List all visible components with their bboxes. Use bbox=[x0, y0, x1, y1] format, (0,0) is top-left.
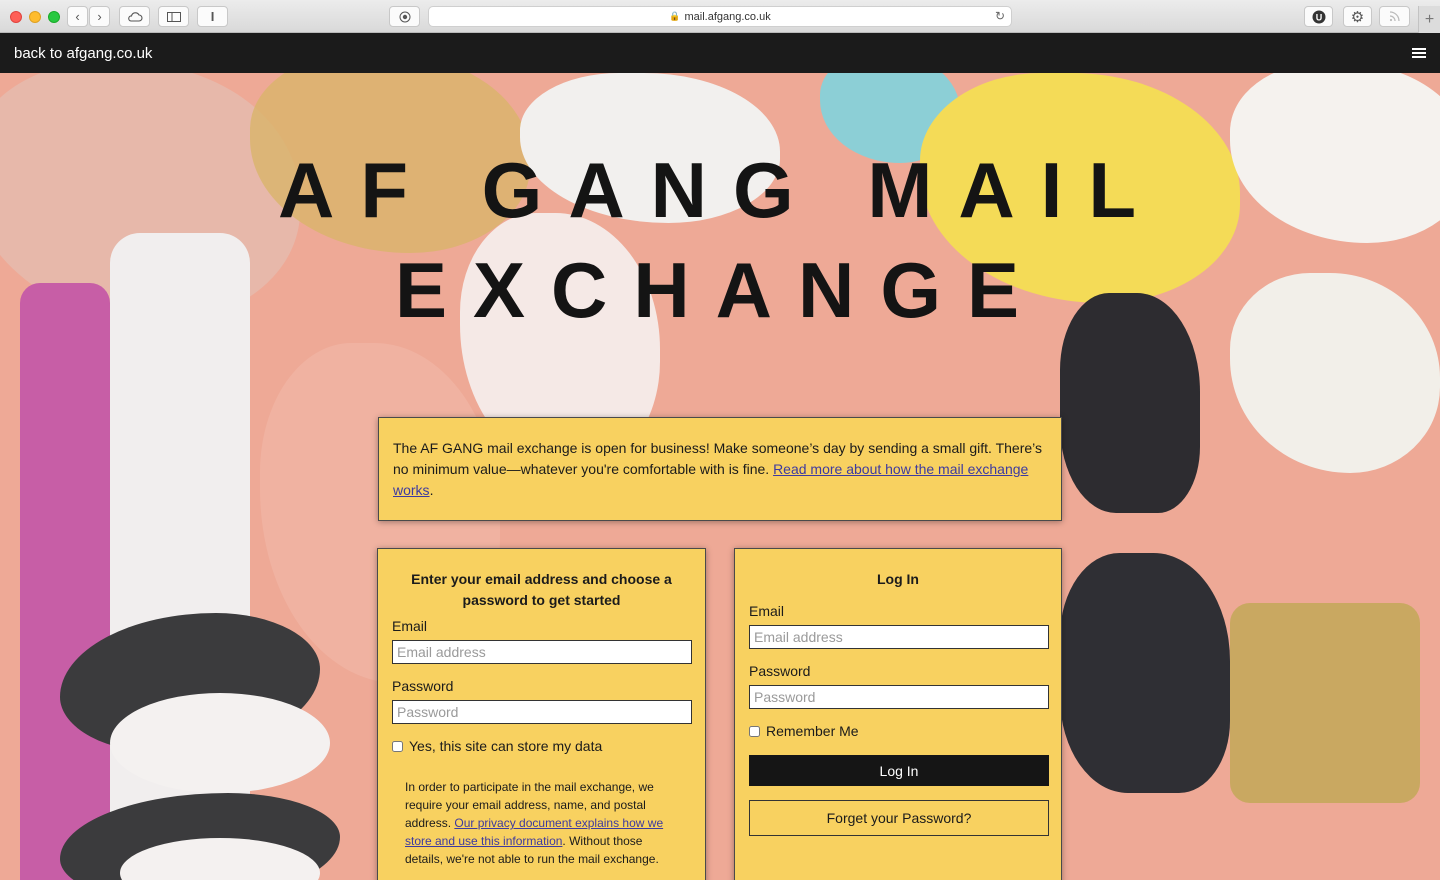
remember-label: Remember Me bbox=[766, 723, 859, 739]
extension-u-icon: U bbox=[1312, 10, 1325, 23]
address-bar[interactable]: 🔒 mail.afgang.co.uk ↻ bbox=[428, 6, 1012, 27]
notice-end: . bbox=[429, 482, 434, 498]
login-button[interactable]: Log In bbox=[749, 755, 1049, 786]
page-title-line-1: AF GANG MAIL bbox=[278, 146, 1162, 234]
back-to-site-link[interactable]: back to afgang.co.uk bbox=[14, 45, 152, 62]
chevron-right-icon: › bbox=[97, 9, 102, 24]
remember-row: Remember Me bbox=[749, 723, 1047, 739]
back-button[interactable]: ‹ bbox=[67, 6, 88, 27]
lock-icon: 🔒 bbox=[669, 11, 681, 21]
reload-icon[interactable]: ↻ bbox=[995, 9, 1005, 23]
signup-password-label: Password bbox=[392, 678, 454, 694]
login-email-input[interactable] bbox=[749, 625, 1049, 649]
rss-icon bbox=[1389, 11, 1400, 22]
text-cursor-icon: I bbox=[210, 9, 215, 24]
hamburger-menu-icon[interactable] bbox=[1412, 48, 1426, 58]
address-url: mail.afgang.co.uk bbox=[684, 10, 771, 23]
signup-title: Enter your email address and choose a pa… bbox=[411, 571, 672, 608]
login-title: Log In bbox=[877, 571, 919, 587]
privacy-note: In order to participate in the mail exch… bbox=[392, 778, 691, 868]
signup-panel: Enter your email address and choose a pa… bbox=[377, 548, 706, 880]
login-password-input[interactable] bbox=[749, 685, 1049, 709]
sidebar-button[interactable] bbox=[158, 6, 189, 27]
new-tab-button[interactable]: + bbox=[1418, 6, 1440, 33]
login-email-label: Email bbox=[749, 603, 785, 619]
shield-icon bbox=[399, 11, 410, 22]
signup-email-label: Email bbox=[392, 618, 428, 634]
plus-icon: + bbox=[1424, 10, 1435, 28]
minimize-window-button[interactable] bbox=[29, 11, 41, 23]
site-navbar: back to afgang.co.uk bbox=[0, 33, 1440, 73]
login-panel: Log In Email Password Remember Me Log In… bbox=[734, 548, 1062, 880]
close-window-button[interactable] bbox=[10, 11, 22, 23]
signup-password-input[interactable] bbox=[392, 700, 692, 724]
cloud-icon bbox=[127, 11, 142, 22]
svg-text:U: U bbox=[1315, 12, 1322, 22]
rss-button[interactable] bbox=[1379, 6, 1410, 27]
login-password-label: Password bbox=[749, 663, 811, 679]
reader-button[interactable]: I bbox=[197, 6, 228, 27]
icloud-tabs-button[interactable] bbox=[119, 6, 150, 27]
remember-checkbox[interactable] bbox=[749, 725, 760, 737]
gear-icon: ⚙ bbox=[1350, 8, 1365, 26]
intro-notice: The AF GANG mail exchange is open for bu… bbox=[378, 417, 1062, 521]
consent-row: Yes, this site can store my data bbox=[392, 738, 691, 754]
sidebar-icon bbox=[166, 11, 181, 22]
chevron-left-icon: ‹ bbox=[75, 9, 80, 24]
privacy-report-button[interactable] bbox=[389, 6, 420, 27]
settings-button[interactable]: ⚙ bbox=[1343, 6, 1372, 27]
page-title-line-2: EXCHANGE bbox=[394, 246, 1046, 334]
browser-toolbar: ‹ › I 🔒 mail.afgang.co.uk ↻ U ⚙ + bbox=[0, 0, 1440, 33]
consent-checkbox[interactable] bbox=[392, 740, 403, 752]
signup-email-input[interactable] bbox=[392, 640, 692, 664]
forgot-password-button[interactable]: Forget your Password? bbox=[749, 800, 1049, 836]
extension-button[interactable]: U bbox=[1304, 6, 1333, 27]
consent-label: Yes, this site can store my data bbox=[409, 738, 603, 754]
zoom-window-button[interactable] bbox=[48, 11, 60, 23]
page-title: AF GANG MAIL EXCHANGE bbox=[0, 140, 1440, 340]
forward-button[interactable]: › bbox=[89, 6, 110, 27]
